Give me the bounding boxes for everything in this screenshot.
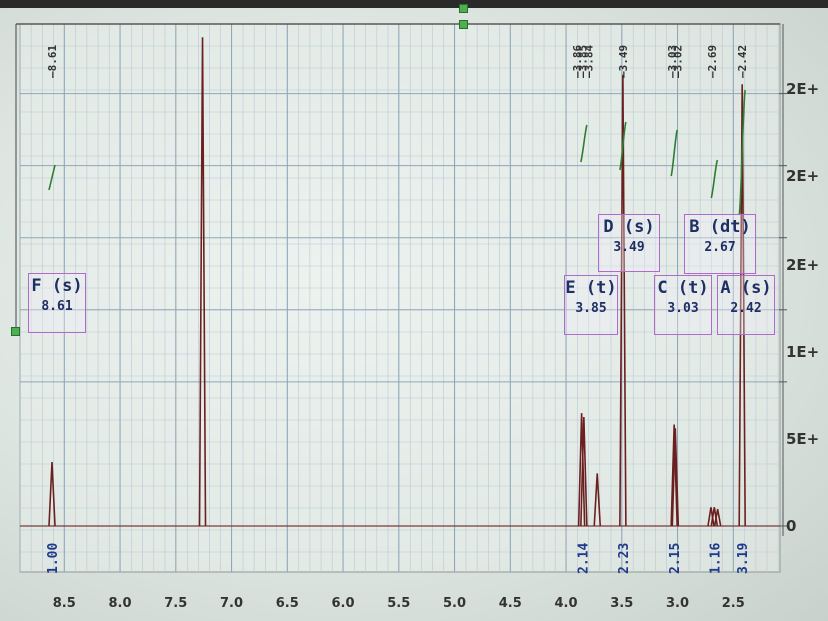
multiplet-name: E (t) <box>565 278 617 298</box>
y-tick-label: 2E+ <box>786 167 820 185</box>
integral-value: 2.14 <box>577 543 592 574</box>
integral-value: 1.00 <box>46 543 61 574</box>
integral-value: 1.16 <box>708 543 723 574</box>
multiplet-label-e[interactable]: E (t) 3.85 <box>564 275 618 335</box>
peak-annotation: —3.84 <box>582 45 595 78</box>
x-tick-label: 6.5 <box>276 596 299 611</box>
peak-annotation: —8.61 <box>46 45 59 78</box>
multiplet-label-d[interactable]: D (s) 3.49 <box>598 214 660 272</box>
multiplet-shift: 2.67 <box>704 240 736 255</box>
multiplet-label-f[interactable]: F (s) 8.61 <box>28 273 86 333</box>
peak-annotation: —2.42 <box>736 45 749 78</box>
multiplet-name: A (s) <box>720 278 772 298</box>
y-tick-label: 2E+ <box>786 80 820 98</box>
multiplet-name: D (s) <box>603 217 655 237</box>
x-tick-label: 5.0 <box>443 596 466 611</box>
x-tick-label: 3.5 <box>610 596 633 611</box>
x-tick-label: 7.0 <box>220 596 243 611</box>
x-tick-label: 8.0 <box>108 596 131 611</box>
x-tick-label: 2.5 <box>722 596 745 611</box>
multiplet-label-a[interactable]: A (s) 2.42 <box>717 275 775 335</box>
x-tick-label: 8.5 <box>53 596 76 611</box>
peak-annotation: —2.69 <box>706 45 719 78</box>
resize-handle-top-inner[interactable] <box>459 20 468 29</box>
multiplet-name: B (dt) <box>689 217 751 237</box>
multiplet-shift: 2.42 <box>730 301 762 316</box>
multiplet-label-c[interactable]: C (t) 3.03 <box>654 275 712 335</box>
y-tick-label: 5E+ <box>786 430 820 448</box>
y-tick-label: 1E+ <box>786 343 820 361</box>
x-tick-label: 5.5 <box>387 596 410 611</box>
multiplet-shift: 3.85 <box>575 301 607 316</box>
y-tick-label: 2E+ <box>786 256 820 274</box>
multiplet-name: C (t) <box>657 278 709 298</box>
x-tick-label: 3.0 <box>666 596 689 611</box>
x-tick-label: 6.0 <box>331 596 354 611</box>
integral-value: 2.23 <box>617 543 632 574</box>
multiplet-name: F (s) <box>31 276 83 296</box>
multiplet-label-b[interactable]: B (dt) 2.67 <box>684 214 756 274</box>
multiplet-shift: 3.03 <box>667 301 699 316</box>
resize-handle-left[interactable] <box>11 327 20 336</box>
spectrum-window: —8.61 —3.86 —3.85 —3.84 —3.49 —3.03 —3.02 —2.69… <box>0 0 828 621</box>
multiplet-shift: 3.49 <box>613 240 645 255</box>
x-tick-label: 7.5 <box>164 596 187 611</box>
x-tick-label: 4.0 <box>554 596 577 611</box>
peak-annotation: —3.02 <box>672 45 685 78</box>
y-tick-label: 0 <box>786 517 797 535</box>
x-tick-label: 4.5 <box>499 596 522 611</box>
integral-value: 3.19 <box>736 543 751 574</box>
resize-handle-top[interactable] <box>459 4 468 13</box>
peak-annotation: —3.49 <box>617 45 630 78</box>
multiplet-shift: 8.61 <box>41 299 73 314</box>
integral-value: 2.15 <box>668 543 683 574</box>
